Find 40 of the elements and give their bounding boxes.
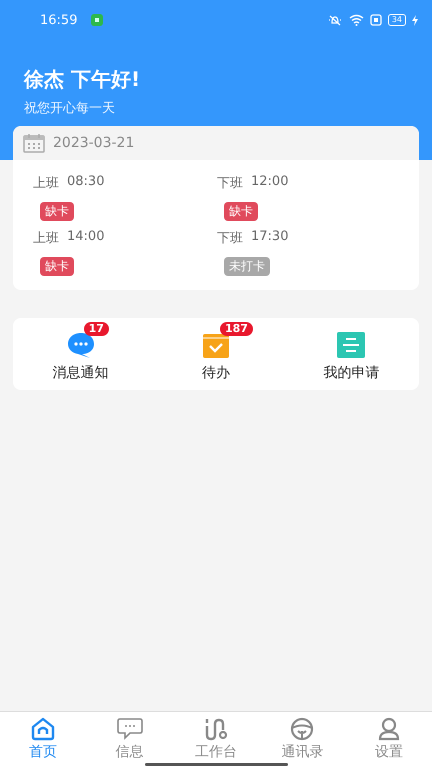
shift-time: 12:00 bbox=[251, 174, 288, 191]
home-icon bbox=[30, 717, 56, 741]
steering-wheel-icon bbox=[289, 717, 316, 741]
shift-time: 17:30 bbox=[251, 229, 288, 246]
route-icon bbox=[203, 717, 230, 741]
shift-time: 08:30 bbox=[67, 174, 104, 191]
wifi-icon bbox=[348, 14, 364, 26]
calendar-icon bbox=[23, 133, 45, 153]
count-badge: 17 bbox=[84, 322, 109, 336]
status-tag: 未打卡 bbox=[224, 257, 270, 276]
status-tag: 缺卡 bbox=[40, 202, 74, 221]
status-time: 16:59 bbox=[40, 12, 78, 28]
attendance-date: 2023-03-21 bbox=[53, 135, 134, 151]
tab-item[interactable]: 设置 bbox=[346, 717, 432, 768]
greeting-title: 徐杰 下午好! bbox=[24, 66, 142, 93]
chat-icon bbox=[116, 717, 144, 741]
chat-bubble-icon bbox=[66, 331, 96, 359]
nfc-icon bbox=[370, 14, 382, 26]
document-icon bbox=[337, 332, 366, 358]
shift-label: 下班 bbox=[217, 175, 243, 192]
tab-item[interactable]: 通讯录 bbox=[259, 717, 346, 768]
mute-icon bbox=[326, 14, 343, 26]
tab-item[interactable]: 首页 bbox=[0, 717, 86, 768]
status-tag: 缺卡 bbox=[40, 257, 74, 276]
shift-label: 下班 bbox=[217, 230, 243, 247]
tab-item[interactable]: 工作台 bbox=[172, 717, 260, 768]
greeting-subtitle: 祝您开心每一天 bbox=[24, 100, 116, 117]
battery-indicator: 34 bbox=[388, 14, 406, 26]
shortcut-item[interactable]: 187 待办 bbox=[148, 320, 284, 382]
shift-label: 上班 bbox=[33, 175, 59, 192]
count-badge: 187 bbox=[220, 322, 253, 336]
shortcut-item[interactable]: 我的申请 bbox=[284, 320, 419, 382]
tab-item[interactable]: 信息 bbox=[86, 717, 173, 768]
charging-icon bbox=[412, 14, 418, 26]
shortcut-item[interactable]: 17 消息通知 bbox=[13, 320, 148, 382]
shift-label: 上班 bbox=[33, 230, 59, 247]
shift-time: 14:00 bbox=[67, 229, 104, 246]
status-tag: 缺卡 bbox=[224, 202, 258, 221]
notification-icon bbox=[91, 14, 104, 26]
checklist-icon bbox=[202, 332, 230, 358]
